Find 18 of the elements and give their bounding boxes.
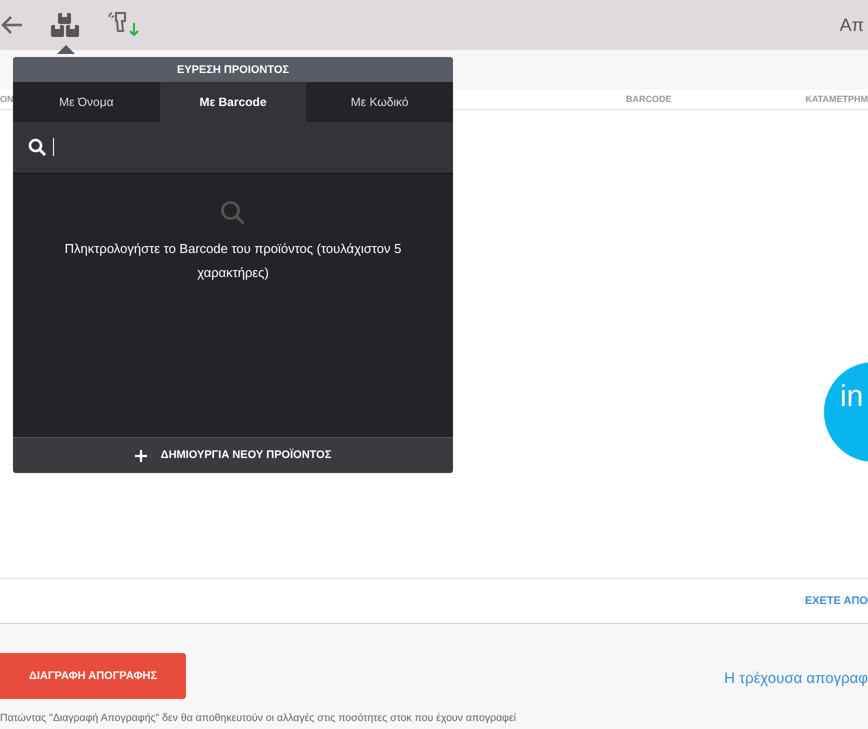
boxes-icon[interactable] [50,12,80,38]
delete-note: Πατώντας "Διαγραφή Απογραφής" δεν θα αποθηκευτούν οι αλλαγές στις ποσότητες στοκ που έχουν απογραφεί [0,711,516,726]
page-title: Απ [840,14,865,36]
create-product-button[interactable]: ΔΗΜΙΟΥΡΓΙΑ ΝΕΟΥ ΠΡΟΪΟΝΤΟΣ [13,437,453,473]
logo: in [824,362,868,462]
search-field[interactable] [13,122,453,174]
popup-title: ΕΥΡΕΣΗ ΠΡΟΙΟΝΤΟΣ [13,57,453,82]
delete-inventory-button[interactable]: ΔΙΑΓΡΑΦΗ ΑΠΟΓΡΑΦΗΣ [0,653,186,699]
empty-state-message: Πληκτρολογήστε το Barcode του προϊόντος (τουλάχιστον 5 χαρακτήρες) [64,240,402,282]
column-header: ΚΑΤΑΜΕΤΡΗΜ [805,93,868,106]
plus-icon [134,450,147,462]
search-mode-tab[interactable]: Με Barcode [160,82,306,122]
search-icon [220,200,246,226]
back-arrow-icon[interactable] [0,15,24,35]
search-icon [28,138,47,156]
column-header: ΟΝ [0,93,14,106]
column-header: BARCODE [626,93,672,106]
text-cursor [53,138,54,156]
